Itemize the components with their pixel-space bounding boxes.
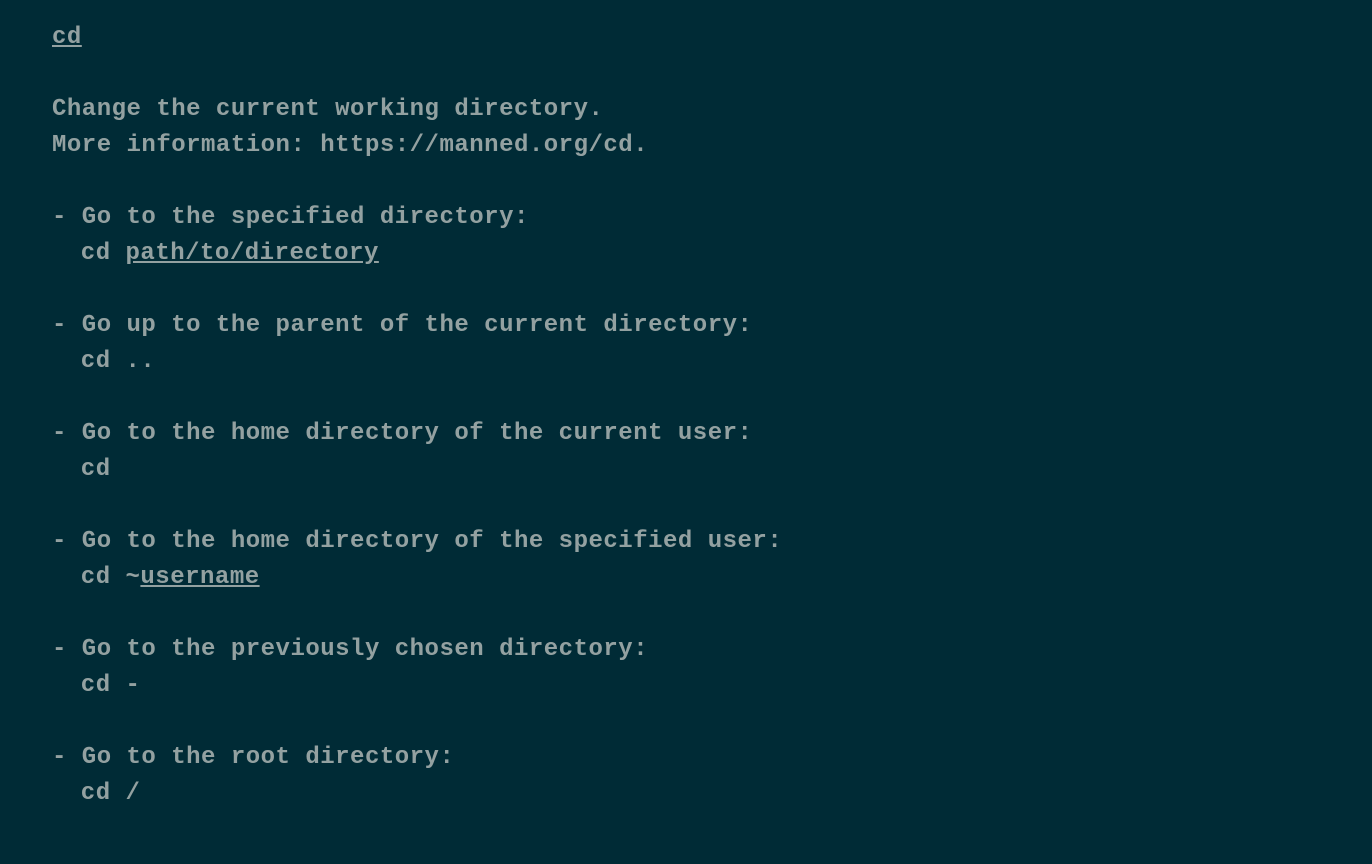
example-description: - Go to the previously chosen directory: <box>52 632 1320 668</box>
example-item: - Go up to the parent of the current dir… <box>52 308 1320 380</box>
example-item: - Go to the specified directory:cd path/… <box>52 200 1320 272</box>
examples-list: - Go to the specified directory:cd path/… <box>52 200 1320 812</box>
command-text: cd - <box>81 672 141 699</box>
command-description: Change the current working directory. Mo… <box>52 92 1320 164</box>
example-command: cd - <box>52 668 1320 704</box>
command-text: cd ~ <box>81 564 141 591</box>
example-command: cd ~username <box>52 560 1320 596</box>
example-item: - Go to the home directory of the curren… <box>52 416 1320 488</box>
example-item: - Go to the home directory of the specif… <box>52 524 1320 596</box>
command-placeholder: username <box>140 564 259 591</box>
example-description: - Go up to the parent of the current dir… <box>52 308 1320 344</box>
description-line-2: More information: https://manned.org/cd. <box>52 132 648 159</box>
example-item: - Go to the previously chosen directory:… <box>52 632 1320 704</box>
command-text: cd .. <box>81 348 156 375</box>
example-description: - Go to the specified directory: <box>52 200 1320 236</box>
example-command: cd .. <box>52 344 1320 380</box>
example-item: - Go to the root directory: cd / <box>52 740 1320 812</box>
command-text: cd <box>81 456 111 483</box>
example-command: cd <box>52 452 1320 488</box>
command-placeholder: path/to/directory <box>126 240 379 267</box>
command-title: cd <box>52 20 1320 56</box>
example-description: - Go to the home directory of the curren… <box>52 416 1320 452</box>
description-line-1: Change the current working directory. <box>52 96 603 123</box>
example-description: - Go to the root directory: <box>52 740 1320 776</box>
example-command: cd / <box>52 776 1320 812</box>
example-description: - Go to the home directory of the specif… <box>52 524 1320 560</box>
example-command: cd path/to/directory <box>52 236 1320 272</box>
command-text: cd / <box>81 780 141 807</box>
command-text: cd <box>81 240 126 267</box>
